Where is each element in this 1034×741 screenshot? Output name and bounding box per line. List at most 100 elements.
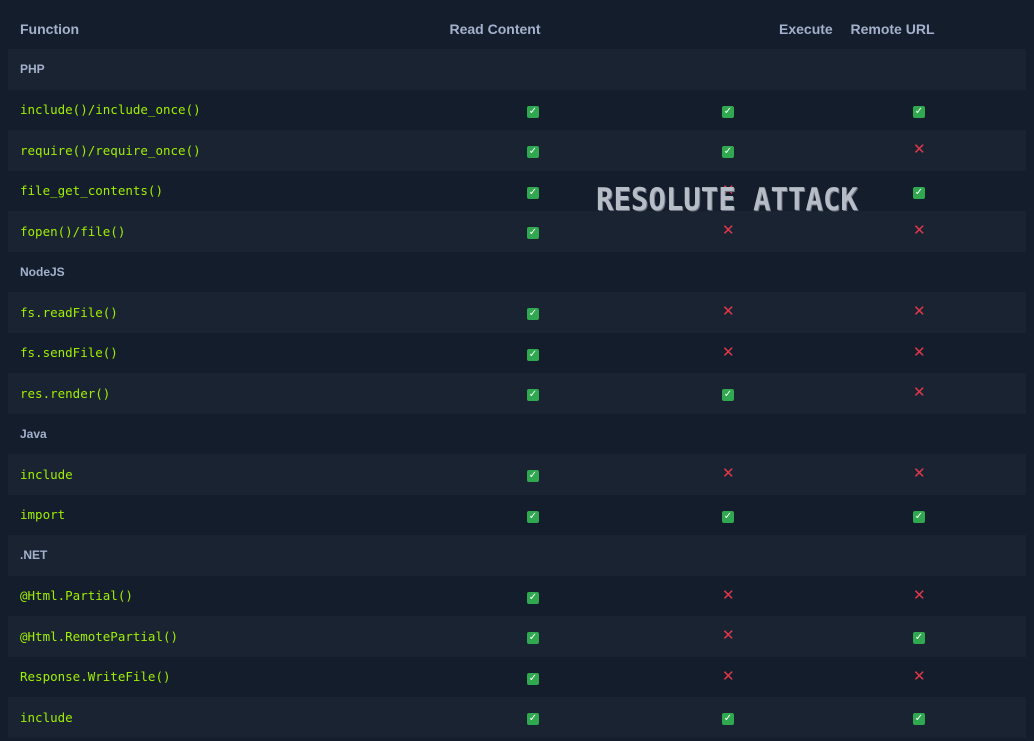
cross-mark-icon: ✕ [913,666,926,685]
read-cell: ✓ [406,332,660,373]
read-cell: ✓ [406,575,660,616]
execute-cell: ✓ [660,494,799,535]
check-mark-icon: ✓ [913,632,925,645]
group-row: Java [8,413,1026,454]
read-cell: ✓ [406,616,660,657]
check-mark-icon: ✓ [527,227,539,240]
cross-mark-icon: ✕ [913,302,926,321]
check-mark-icon: ✓ [722,713,734,726]
check-mark-icon: ✓ [527,510,539,523]
execute-cell: ✓ [660,373,799,414]
cross-mark-icon: ✕ [722,342,735,361]
function-name: import [8,494,406,535]
read-cell: ✓ [406,211,660,252]
cross-mark-icon: ✕ [722,585,735,604]
check-mark-icon: ✓ [913,510,925,523]
execute-cell: ✕ [660,211,799,252]
read-cell: ✓ [406,130,660,171]
cross-mark-icon: ✕ [722,464,735,483]
function-name: fs.readFile() [8,292,406,333]
read-cell: ✓ [406,292,660,333]
function-name: file_get_contents() [8,170,406,211]
read-cell: ✓ [406,170,660,211]
table-row: include ✓ ✓ ✓ [8,697,1026,738]
check-mark-icon: ✓ [913,713,925,726]
table-row: require()/require_once() ✓ ✓ ✕ [8,130,1026,171]
execute-cell: ✕ [660,332,799,373]
cross-mark-icon: ✕ [913,342,926,361]
table-row: fs.sendFile() ✓ ✕ ✕ [8,332,1026,373]
table-row: @Html.Partial() ✓ ✕ ✕ [8,575,1026,616]
execute-cell: ✕ [660,656,799,697]
read-cell: ✓ [406,454,660,495]
check-mark-icon: ✓ [527,389,539,402]
function-name: include [8,697,406,738]
execute-cell: ✓ [660,697,799,738]
remote-cell: ✓ [799,616,1026,657]
cross-mark-icon: ✕ [722,302,735,321]
read-cell: ✓ [406,656,660,697]
table-row: fopen()/file() ✓ ✕ ✕ [8,211,1026,252]
remote-cell: ✕ [799,130,1026,171]
group-row: NodeJS [8,251,1026,292]
group-row: PHP [8,49,1026,90]
read-cell: ✓ [406,494,660,535]
table-row: import ✓ ✓ ✓ [8,494,1026,535]
cross-mark-icon: ✕ [913,464,926,483]
cross-mark-icon: ✕ [722,180,735,199]
cross-mark-icon: ✕ [913,383,926,402]
execute-cell: ✓ [660,130,799,171]
cross-mark-icon: ✕ [722,666,735,685]
remote-cell: ✕ [799,454,1026,495]
function-name: fs.sendFile() [8,332,406,373]
remote-cell: ✕ [799,575,1026,616]
remote-cell: ✓ [799,494,1026,535]
execute-cell: ✓ [660,89,799,130]
table-row: @Html.RemotePartial() ✓ ✕ ✓ [8,616,1026,657]
check-mark-icon: ✓ [722,146,734,159]
function-name: @Html.Partial() [8,575,406,616]
remote-cell: ✕ [799,373,1026,414]
remote-cell: ✕ [799,292,1026,333]
remote-cell: ✓ [799,89,1026,130]
check-mark-icon: ✓ [913,105,925,118]
execute-cell: ✕ [660,616,799,657]
check-mark-icon: ✓ [527,348,539,361]
cross-mark-icon: ✕ [913,221,926,240]
function-name: res.render() [8,373,406,414]
header-function: Function [8,8,406,49]
group-label: PHP [8,49,1026,90]
check-mark-icon: ✓ [527,308,539,321]
group-row: .NET [8,535,1026,576]
function-name: include()/include_once() [8,89,406,130]
check-mark-icon: ✓ [527,146,539,159]
check-mark-icon: ✓ [913,186,925,199]
table-row: file_get_contents() ✓ ✕ ✓ [8,170,1026,211]
function-name: Response.WriteFile() [8,656,406,697]
group-label: NodeJS [8,251,1026,292]
function-name: @Html.RemotePartial() [8,616,406,657]
cross-mark-icon: ✕ [913,140,926,159]
header-execute: Execute [660,8,833,49]
cross-mark-icon: ✕ [722,221,735,240]
remote-cell: ✕ [799,332,1026,373]
check-mark-icon: ✓ [527,105,539,118]
remote-cell: ✓ [799,697,1026,738]
table-row: res.render() ✓ ✓ ✕ [8,373,1026,414]
check-mark-icon: ✓ [527,186,539,199]
file-function-table: Function Read Content Execute Remote URL… [8,8,1026,738]
read-cell: ✓ [406,89,660,130]
execute-cell: ✕ [660,575,799,616]
function-name: fopen()/file() [8,211,406,252]
table-body: PHP include()/include_once() ✓ ✓ ✓ require()/… [8,49,1026,738]
check-mark-icon: ✓ [527,672,539,685]
cross-mark-icon: ✕ [722,626,735,645]
check-mark-icon: ✓ [722,389,734,402]
table-row: include()/include_once() ✓ ✓ ✓ [8,89,1026,130]
check-mark-icon: ✓ [527,713,539,726]
remote-cell: ✕ [799,656,1026,697]
cross-mark-icon: ✕ [913,585,926,604]
execute-cell: ✕ [660,292,799,333]
header-read-content: Read Content [406,8,660,49]
header-remote-url: Remote URL [799,8,1026,49]
